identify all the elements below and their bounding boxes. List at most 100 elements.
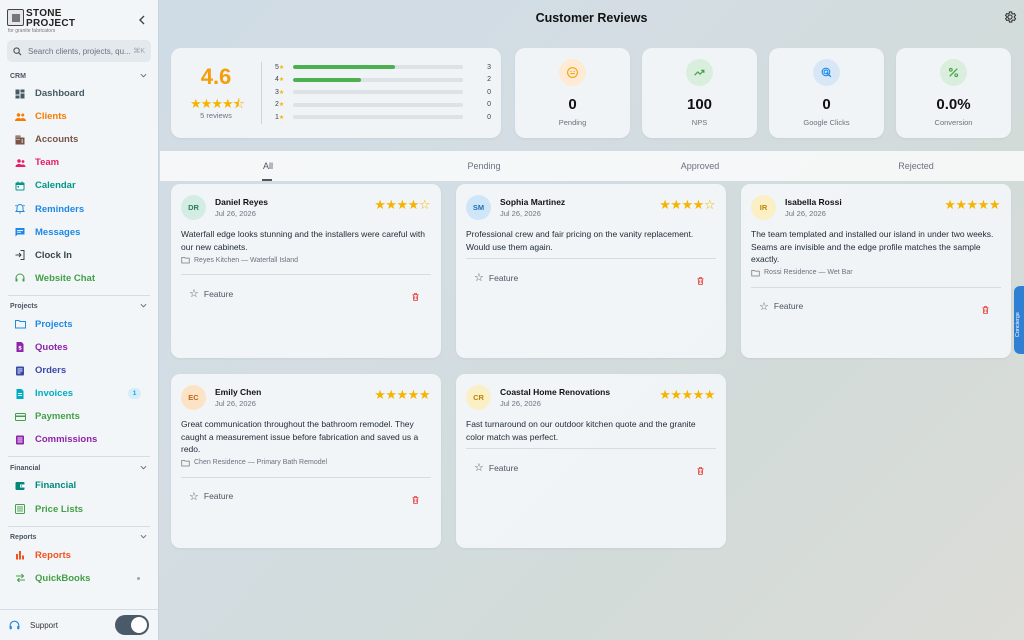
folder-icon <box>751 269 764 277</box>
review-project[interactable]: Chen Residence — Primary Bath Remodel <box>181 459 327 467</box>
calendar-icon <box>13 179 27 193</box>
sidebar-item-calendar[interactable]: Calendar <box>0 174 158 197</box>
reviewer-name: Sophia Martinez <box>500 197 566 207</box>
sidebar-footer: Support <box>0 609 159 640</box>
distribution-row: 5★ 3 <box>275 62 491 72</box>
stat-label: Google Clicks <box>803 118 850 127</box>
section-header-reports[interactable]: Reports <box>0 532 158 544</box>
sidebar-item-quotes[interactable]: $ Quotes <box>0 336 158 359</box>
sidebar-item-label: Projects <box>35 318 73 330</box>
review-stars: ★★★★★ <box>374 387 430 402</box>
distribution-count: 0 <box>487 88 491 96</box>
star-icon: ★ <box>278 89 285 96</box>
delete-button[interactable] <box>411 492 420 510</box>
sidebar-item-label: Price Lists <box>35 503 84 515</box>
review-project[interactable]: Reyes Kitchen — Waterfall Island <box>181 256 298 264</box>
sidebar-nav: CRM Dashboard Clients Accounts Team Cale… <box>0 70 158 590</box>
avatar: CR <box>466 385 491 410</box>
star-icon: ★ <box>278 64 285 71</box>
delete-button[interactable] <box>696 273 705 291</box>
search-input[interactable] <box>28 46 132 56</box>
delete-button[interactable] <box>981 302 990 320</box>
delete-button[interactable] <box>411 289 420 307</box>
reviewer-name: Coastal Home Renovations <box>500 387 611 397</box>
trash-icon <box>411 492 420 509</box>
stat-value: 0 <box>822 96 831 113</box>
login-icon <box>13 248 27 262</box>
chart-icon <box>13 548 27 562</box>
distribution-row: 3★ 0 <box>275 87 491 97</box>
section-title: CRM <box>10 72 26 80</box>
sidebar-item-reports[interactable]: Reports <box>0 544 158 567</box>
sidebar-item-price-lists[interactable]: Price Lists <box>0 498 158 521</box>
sidebar-item-label: Accounts <box>35 134 79 146</box>
sidebar-item-clock-in[interactable]: Clock In <box>0 244 158 267</box>
logo-icon <box>7 9 24 26</box>
sidebar-item-label: Website Chat <box>35 272 96 284</box>
tab-pending[interactable]: Pending <box>376 151 592 181</box>
star-icon: ★ <box>278 102 285 109</box>
sidebar-item-commissions[interactable]: Commissions <box>0 428 158 451</box>
sidebar-item-reminders[interactable]: Reminders <box>0 197 158 220</box>
delete-button[interactable] <box>696 463 705 481</box>
tab-all[interactable]: All <box>160 151 376 181</box>
stat-card-pending: 0 Pending <box>515 48 630 138</box>
review-text: Waterfall edge looks stunning and the in… <box>181 229 425 252</box>
feature-button[interactable]: ☆ Feature <box>189 287 233 300</box>
sidebar-item-accounts[interactable]: Accounts <box>0 128 158 151</box>
sidebar-item-label: Quotes <box>35 341 68 353</box>
sidebar-item-projects[interactable]: Projects <box>0 313 158 336</box>
distribution-bar <box>293 65 463 69</box>
section-divider <box>8 294 150 296</box>
section-header-crm[interactable]: CRM <box>0 70 158 82</box>
support-label: Support <box>30 620 59 630</box>
distribution-count: 0 <box>487 113 491 121</box>
sidebar-item-orders[interactable]: Orders <box>0 359 158 382</box>
sidebar-item-clients[interactable]: Clients <box>0 105 158 128</box>
sidebar-item-invoices[interactable]: Invoices 1 <box>0 382 158 405</box>
reviewer-name: Emily Chen <box>215 387 262 397</box>
stat-value: 100 <box>686 96 713 113</box>
tab-rejected[interactable]: Rejected <box>808 151 1024 181</box>
sidebar-item-website-chat[interactable]: Website Chat <box>0 267 158 290</box>
section-header-financial[interactable]: Financial <box>0 462 158 474</box>
section-header-projects[interactable]: Projects <box>0 301 158 313</box>
search-box[interactable]: ⌘K <box>7 40 151 62</box>
collapse-sidebar-button[interactable] <box>138 15 146 28</box>
card-divider <box>181 274 431 275</box>
sidebar-item-quickbooks[interactable]: QuickBooks <box>0 567 158 590</box>
review-card: IR Isabella Rossi Jul 26, 2026 ★★★★★ The… <box>741 184 1011 358</box>
distribution-star-label: 3★ <box>275 88 285 96</box>
tab-approved[interactable]: Approved <box>592 151 808 181</box>
sidebar-item-financial[interactable]: Financial <box>0 474 158 497</box>
section-divider <box>8 525 150 527</box>
concierge-tab[interactable]: Concierge <box>1014 286 1024 354</box>
sidebar-item-payments[interactable]: Payments <box>0 405 158 428</box>
count-badge: 1 <box>128 388 141 400</box>
feature-button[interactable]: ☆ Feature <box>474 461 518 474</box>
sidebar-item-messages[interactable]: Messages <box>0 221 158 244</box>
avatar: IR <box>751 195 776 220</box>
distribution-row: 2★ 0 <box>275 100 491 110</box>
invoice-icon <box>13 387 27 401</box>
building-icon <box>13 133 27 147</box>
card-divider <box>751 286 1001 288</box>
settings-button[interactable] <box>1003 10 1017 29</box>
distribution-bar <box>293 77 463 82</box>
review-date: Jul 26, 2026 <box>500 399 541 408</box>
review-project[interactable]: Rossi Residence — Wet Bar <box>751 269 853 277</box>
sidebar-item-dashboard[interactable]: Dashboard <box>0 82 158 105</box>
sync-icon <box>13 571 27 585</box>
star-icon: ★ <box>278 114 285 121</box>
distribution-count: 2 <box>487 76 491 84</box>
sidebar-item-label: Dashboard <box>35 88 85 100</box>
commission-icon <box>13 433 27 447</box>
feature-button[interactable]: ☆ Feature <box>474 271 518 284</box>
sidebar-item-team[interactable]: Team <box>0 151 158 174</box>
feature-button[interactable]: ☆ Feature <box>189 490 233 503</box>
sidebar-item-label: Financial <box>35 480 77 492</box>
feature-button[interactable]: ☆ Feature <box>759 300 803 313</box>
star-outline-icon: ☆ <box>759 300 769 313</box>
support-toggle[interactable] <box>115 615 149 635</box>
review-text: Professional crew and fair pricing on th… <box>466 229 694 252</box>
